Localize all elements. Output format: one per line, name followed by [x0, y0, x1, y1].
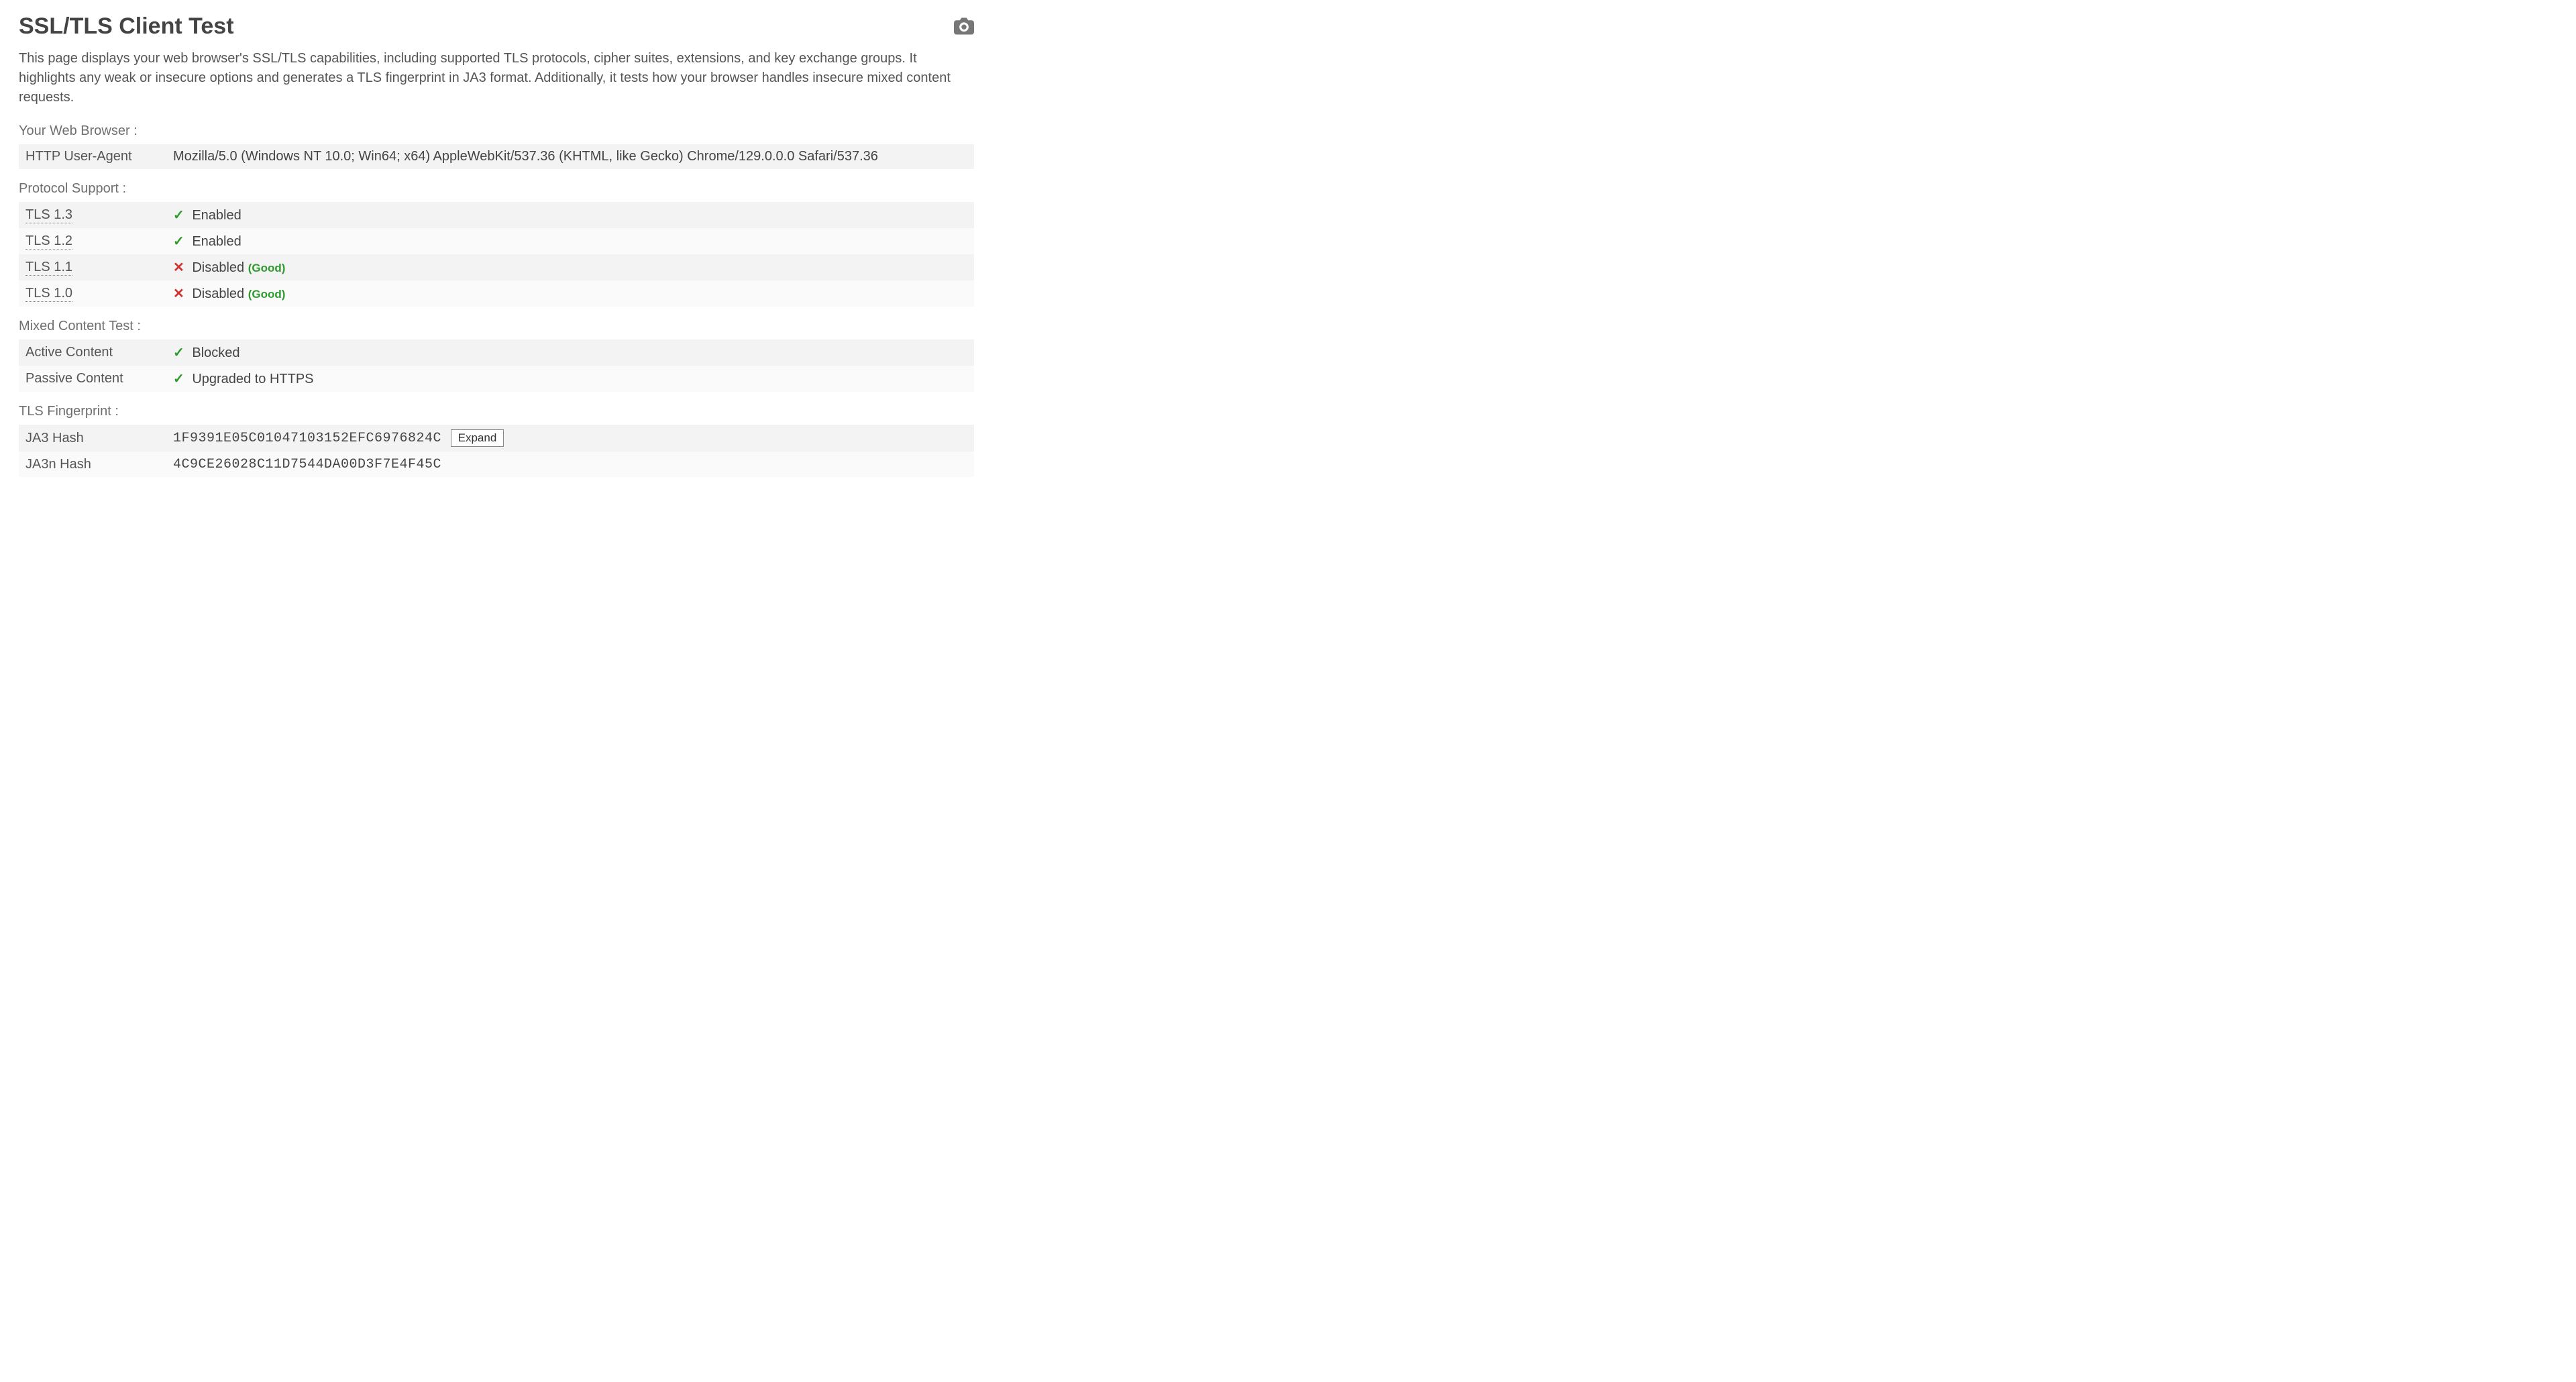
protocol-name[interactable]: TLS 1.0 — [25, 286, 72, 302]
ja3n-label: JA3n Hash — [19, 451, 166, 477]
expand-button[interactable]: Expand — [451, 429, 504, 447]
protocol-status: Disabled — [192, 260, 244, 275]
check-icon: ✓ — [173, 208, 184, 223]
ja3n-value: 4C9CE26028C11D7544DA00D3F7E4F45C — [173, 457, 441, 472]
browser-table: HTTP User-Agent Mozilla/5.0 (Windows NT … — [19, 144, 974, 169]
protocol-name[interactable]: TLS 1.1 — [25, 260, 72, 276]
check-icon: ✓ — [173, 346, 184, 360]
section-title-fingerprint: TLS Fingerprint : — [19, 404, 974, 419]
table-row: TLS 1.2 ✓ Enabled — [19, 228, 974, 254]
protocol-status: Disabled — [192, 286, 244, 301]
protocol-status: Enabled — [192, 234, 241, 249]
protocol-name[interactable]: TLS 1.3 — [25, 207, 72, 223]
ja3-value: 1F9391E05C01047103152EFC6976824C — [173, 431, 441, 446]
check-icon: ✓ — [173, 372, 184, 386]
section-title-mixed: Mixed Content Test : — [19, 319, 974, 334]
fingerprint-table: JA3 Hash 1F9391E05C01047103152EFC6976824… — [19, 425, 974, 477]
table-row: Active Content ✓ Blocked — [19, 339, 974, 366]
camera-icon — [954, 17, 974, 35]
screenshot-button[interactable] — [954, 13, 974, 38]
table-row: Passive Content ✓ Upgraded to HTTPS — [19, 366, 974, 392]
protocol-name[interactable]: TLS 1.2 — [25, 233, 72, 250]
mixed-content-status: Upgraded to HTTPS — [192, 372, 313, 386]
table-row: HTTP User-Agent Mozilla/5.0 (Windows NT … — [19, 144, 974, 169]
page-title: SSL/TLS Client Test — [19, 13, 234, 40]
section-title-browser: Your Web Browser : — [19, 123, 974, 139]
section-title-protocol: Protocol Support : — [19, 181, 974, 197]
intro-text: This page displays your web browser's SS… — [19, 49, 974, 107]
mixed-content-status: Blocked — [192, 346, 239, 360]
ja3-label: JA3 Hash — [19, 425, 166, 451]
cross-icon: ✕ — [173, 286, 184, 301]
user-agent-label: HTTP User-Agent — [19, 144, 166, 169]
table-row: JA3 Hash 1F9391E05C01047103152EFC6976824… — [19, 425, 974, 451]
mixed-content-label: Active Content — [19, 339, 166, 366]
mixed-content-table: Active Content ✓ Blocked Passive Content… — [19, 339, 974, 392]
status-note: (Good) — [248, 288, 286, 301]
table-row: TLS 1.1 ✕ Disabled (Good) — [19, 254, 974, 280]
user-agent-value: Mozilla/5.0 (Windows NT 10.0; Win64; x64… — [166, 144, 974, 169]
table-row: JA3n Hash 4C9CE26028C11D7544DA00D3F7E4F4… — [19, 451, 974, 477]
mixed-content-label: Passive Content — [19, 366, 166, 392]
check-icon: ✓ — [173, 234, 184, 249]
table-row: TLS 1.3 ✓ Enabled — [19, 202, 974, 228]
status-note: (Good) — [248, 262, 286, 274]
cross-icon: ✕ — [173, 260, 184, 275]
table-row: TLS 1.0 ✕ Disabled (Good) — [19, 280, 974, 307]
protocol-table: TLS 1.3 ✓ Enabled TLS 1.2 ✓ Enabled TLS … — [19, 202, 974, 307]
protocol-status: Enabled — [192, 208, 241, 223]
